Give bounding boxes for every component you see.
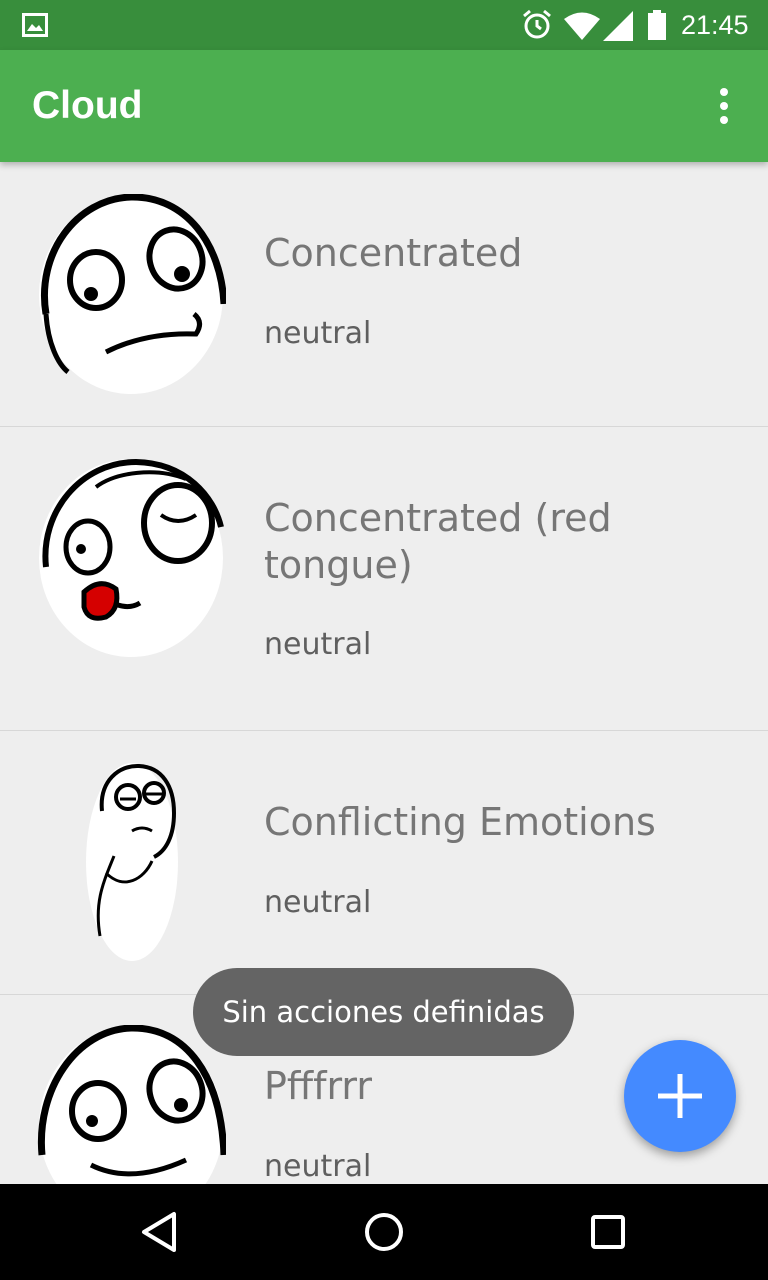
navigation-bar bbox=[0, 1184, 768, 1280]
home-icon[interactable] bbox=[360, 1208, 408, 1256]
toast: Sin acciones definidas bbox=[193, 968, 574, 1056]
recents-icon[interactable] bbox=[584, 1208, 632, 1256]
toast-text: Sin acciones definidas bbox=[222, 995, 545, 1029]
item-mood: neutral bbox=[264, 1149, 372, 1184]
plus-icon bbox=[658, 1074, 702, 1118]
item-name: Concentrated bbox=[264, 231, 523, 275]
alarm-icon bbox=[523, 9, 551, 39]
conflicting-emotions-face-icon bbox=[86, 763, 178, 961]
red-tongue-face-icon bbox=[39, 458, 224, 657]
item-name: Concentrated (red tongue) bbox=[264, 496, 612, 587]
gallery-icon bbox=[22, 13, 48, 37]
concentrated-face-icon bbox=[39, 194, 226, 394]
wifi-icon bbox=[564, 12, 600, 40]
app-title: Cloud bbox=[32, 84, 143, 127]
pfffrrr-face-icon bbox=[37, 1025, 226, 1184]
more-vert-icon[interactable] bbox=[706, 86, 742, 126]
list-item[interactable]: Conflicting Emotions neutral bbox=[0, 731, 768, 995]
item-mood: neutral bbox=[264, 627, 372, 662]
list-item[interactable]: Concentrated neutral bbox=[0, 162, 768, 427]
list-item[interactable]: Concentrated (red tongue) neutral bbox=[0, 427, 768, 731]
back-icon[interactable] bbox=[136, 1208, 184, 1256]
signal-icon bbox=[603, 11, 633, 41]
app-bar: Cloud bbox=[0, 50, 768, 162]
item-mood: neutral bbox=[264, 885, 372, 920]
add-button[interactable] bbox=[624, 1040, 736, 1152]
item-name: Conflicting Emotions bbox=[264, 800, 656, 844]
status-bar: 21:45 bbox=[0, 0, 768, 50]
item-mood: neutral bbox=[264, 316, 372, 351]
battery-icon bbox=[648, 10, 666, 40]
status-time: 21:45 bbox=[681, 10, 749, 40]
